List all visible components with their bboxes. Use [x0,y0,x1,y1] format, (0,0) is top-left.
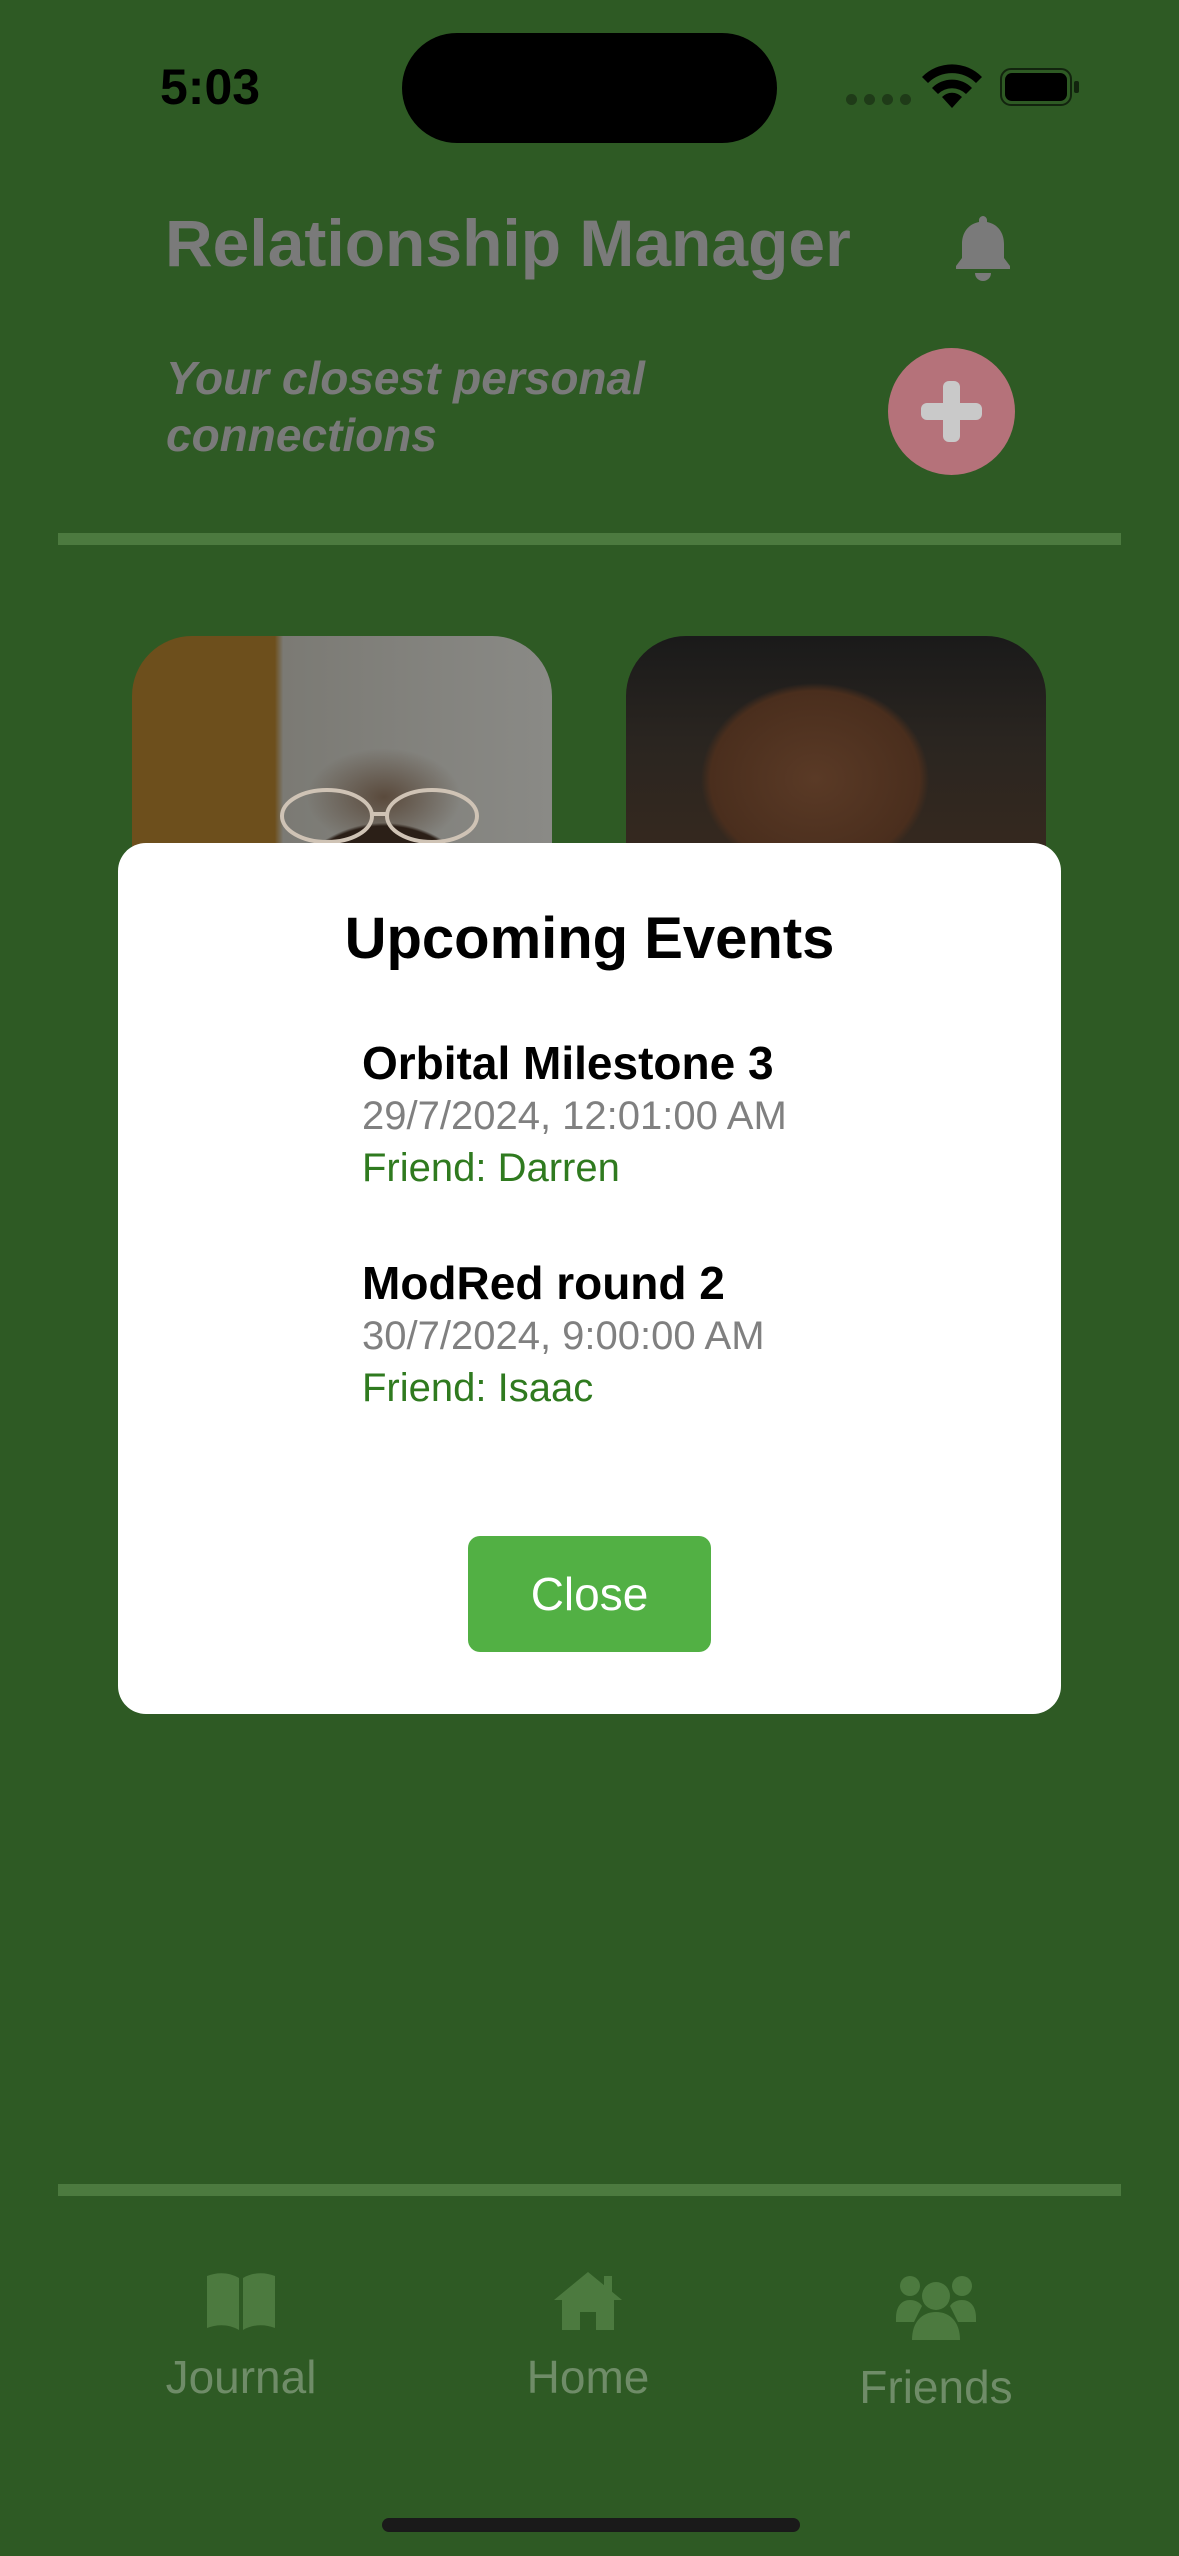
add-friend-button[interactable] [888,348,1015,475]
event-datetime: 29/7/2024, 12:01:00 AM [362,1094,787,1138]
tab-journal[interactable]: Journal [91,2270,391,2404]
event-name: Orbital Milestone 3 [362,1037,774,1089]
tab-home[interactable]: Home [438,2270,738,2404]
tab-label: Friends [859,2361,1013,2413]
event-name: ModRed round 2 [362,1257,725,1309]
close-button[interactable]: Close [468,1536,711,1652]
status-time: 5:03 [160,59,261,115]
home-indicator[interactable] [382,2518,800,2532]
battery-icon [1000,68,1079,106]
tab-friends[interactable]: Friends [786,2270,1086,2414]
upcoming-events-dialog: Upcoming Events Orbital Milestone 3 29/7… [118,843,1061,1714]
app-title: Relationship Manager [165,206,851,280]
glasses-detail [280,788,479,844]
subtitle: Your closest personal connections [166,352,645,461]
bell-icon[interactable] [952,212,1014,282]
event-datetime: 30/7/2024, 9:00:00 AM [362,1314,765,1358]
dialog-title: Upcoming Events [344,906,835,971]
users-icon [896,2276,976,2340]
event-item: ModRed round 2 30/7/2024, 9:00:00 AM Fri… [362,1256,765,1414]
tab-label: Home [526,2351,650,2403]
dynamic-island [402,33,777,143]
home-icon [554,2272,622,2330]
bottom-divider [58,2184,1121,2196]
wifi-icon [922,64,982,108]
event-friend: Friend: Darren [362,1146,620,1190]
tab-label: Journal [165,2351,317,2403]
book-icon [207,2273,275,2330]
top-divider [58,533,1121,545]
event-friend: Friend: Isaac [362,1366,594,1410]
event-item: Orbital Milestone 3 29/7/2024, 12:01:00 … [362,1036,787,1194]
